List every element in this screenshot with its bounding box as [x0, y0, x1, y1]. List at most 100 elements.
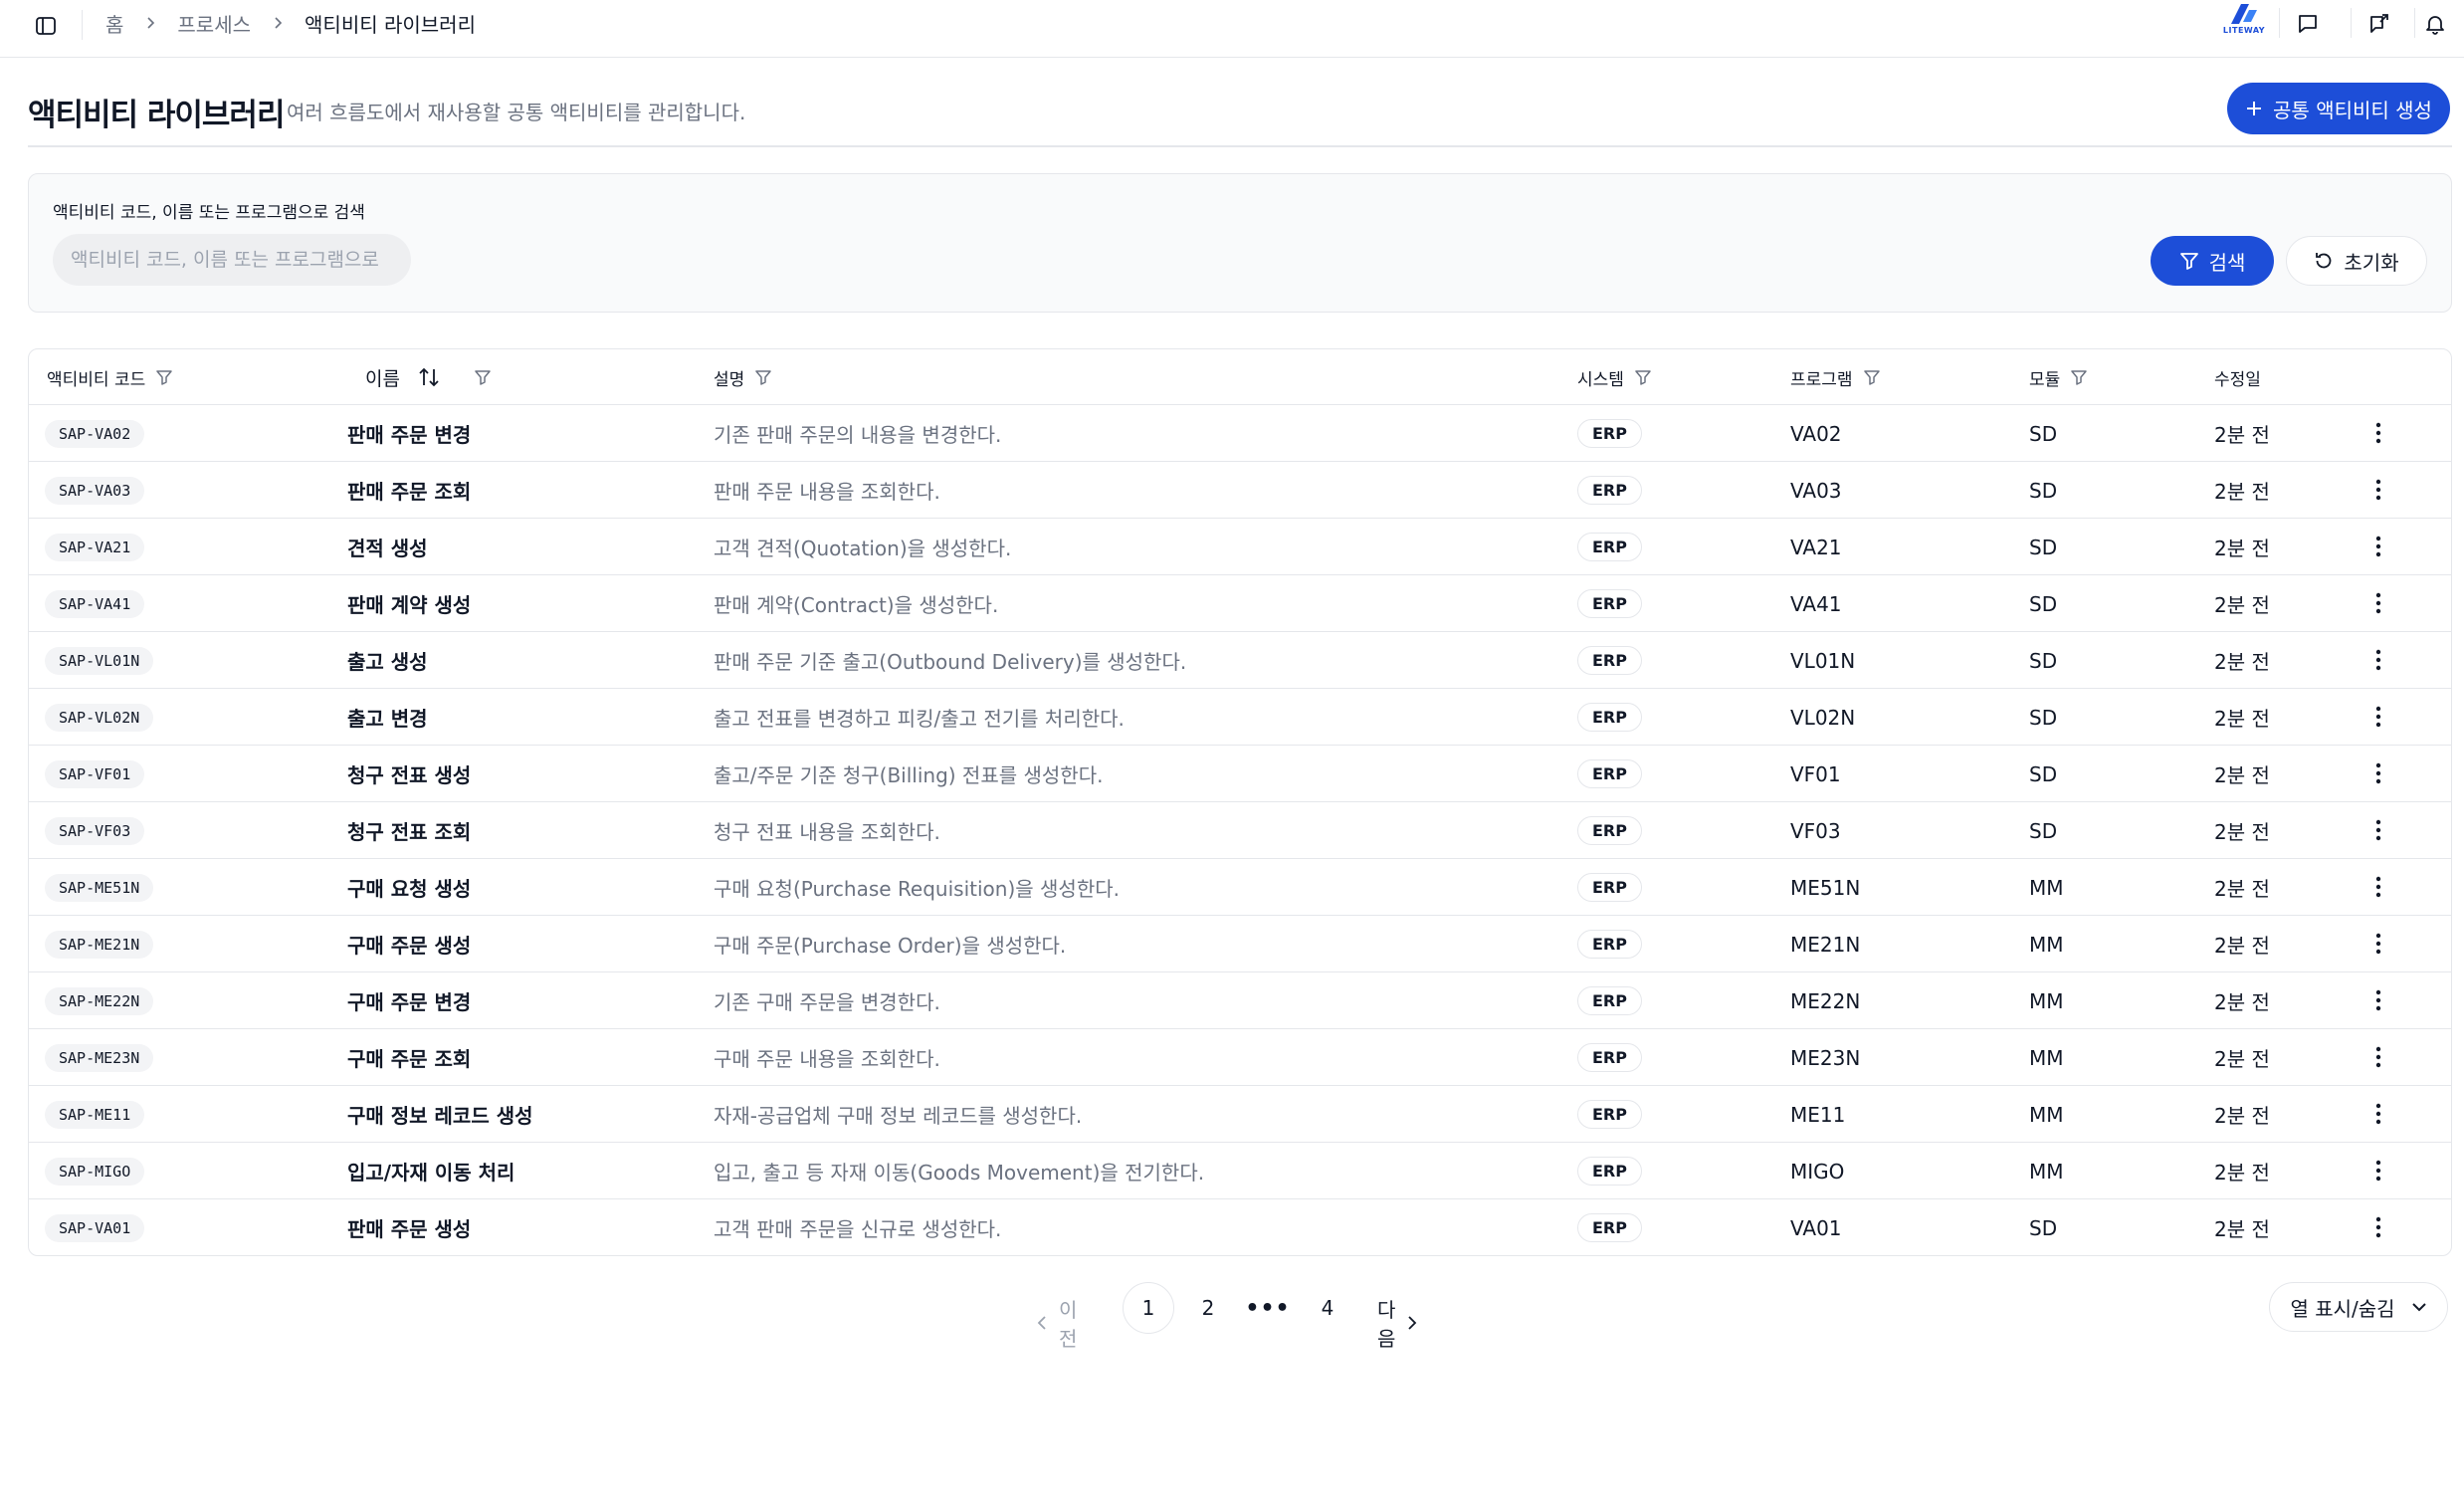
breadcrumb-current: 액티비티 라이브러리	[305, 12, 476, 37]
filter-icon[interactable]	[1634, 368, 1652, 386]
topbar-divider	[2279, 8, 2280, 38]
cell-code: SAP-ME23N	[45, 1029, 154, 1086]
cell-modified: 2분 전	[2214, 763, 2270, 787]
more-vertical-icon[interactable]	[2363, 812, 2393, 848]
activity-code-chip: SAP-ME23N	[45, 1043, 154, 1072]
cell-description: 판매 계약(Contract)을 생성한다.	[714, 593, 999, 617]
share-icon[interactable]	[2362, 7, 2396, 41]
table-row[interactable]: SAP-MIGO 입고/자재 이동 처리 입고, 출고 등 자재 이동(Goods …	[29, 1143, 2451, 1199]
table-row[interactable]: SAP-VA21 견적 생성 고객 견적(Quotation)을 생성한다. ERP V…	[29, 519, 2451, 575]
chevron-right-icon	[143, 16, 157, 30]
next-page-button[interactable]: 다음	[1377, 1294, 1419, 1352]
table-row[interactable]: SAP-VF01 청구 전표 생성 출고/주문 기준 청구(Billing) 전표를…	[29, 746, 2451, 802]
table-header: 액티비티 코드 이름 설명 시스템 프로그램 모듈 수정일	[29, 349, 2451, 405]
column-label-description: 설명	[714, 369, 745, 390]
table-row[interactable]: SAP-VA03 판매 주문 조회 판매 주문 내용을 조회한다. ERP VA03 SD…	[29, 462, 2451, 519]
cell-system: ERP	[1577, 802, 1642, 859]
more-vertical-icon[interactable]	[2363, 755, 2393, 791]
more-vertical-icon[interactable]	[2363, 1209, 2393, 1245]
cell-code: SAP-VL01N	[45, 632, 154, 689]
cell-system: ERP	[1577, 1143, 1642, 1199]
cell-description: 입고, 출고 등 자재 이동(Goods Movement)을 전기한다.	[714, 1161, 1205, 1185]
page-ellipsis[interactable]: •••	[1242, 1282, 1294, 1334]
more-vertical-icon[interactable]	[2363, 415, 2393, 451]
filter-icon[interactable]	[754, 368, 772, 386]
cell-system: ERP	[1577, 1086, 1642, 1143]
filter-icon[interactable]	[155, 368, 173, 386]
table-row[interactable]: SAP-VA41 판매 계약 생성 판매 계약(Contract)을 생성한다. ER…	[29, 575, 2451, 632]
cell-modified: 2분 전	[2214, 537, 2270, 560]
filter-icon[interactable]	[1863, 368, 1881, 386]
table-row[interactable]: SAP-ME23N 구매 주문 조회 구매 주문 내용을 조회한다. ERP ME23N…	[29, 1029, 2451, 1086]
column-label-module: 모듈	[2029, 369, 2061, 390]
cell-name: 판매 주문 변경	[347, 423, 472, 447]
table-row[interactable]: SAP-VL01N 출고 생성 판매 주문 기준 출고(Outbound Deliv…	[29, 632, 2451, 689]
activity-code-chip: SAP-VA01	[45, 1213, 145, 1242]
system-badge: ERP	[1577, 986, 1642, 1015]
create-activity-button[interactable]: 공통 액티비티 생성	[2227, 83, 2450, 134]
cell-modified: 2분 전	[2214, 877, 2270, 901]
cell-modified: 2분 전	[2214, 820, 2270, 844]
cell-program: ME21N	[1790, 932, 1861, 957]
more-vertical-icon[interactable]	[2363, 1096, 2393, 1132]
more-vertical-icon[interactable]	[2363, 982, 2393, 1018]
breadcrumb-home[interactable]: 홈	[105, 9, 123, 38]
search-panel: 액티비티 코드, 이름 또는 프로그램으로 검색 검색 초기화	[28, 173, 2452, 313]
page-button-4[interactable]: 4	[1302, 1282, 1353, 1334]
cell-module: SD	[2029, 1215, 2058, 1240]
filter-icon[interactable]	[474, 368, 492, 386]
plus-icon	[2245, 100, 2263, 117]
cell-system: ERP	[1577, 519, 1642, 575]
page-button-2[interactable]: 2	[1182, 1282, 1234, 1334]
more-vertical-icon[interactable]	[2363, 472, 2393, 508]
cell-system: ERP	[1577, 462, 1642, 519]
cell-description: 구매 주문(Purchase Order)을 생성한다.	[714, 934, 1067, 958]
system-badge: ERP	[1577, 1157, 1642, 1186]
cell-system: ERP	[1577, 575, 1642, 632]
create-activity-label: 공통 액티비티 생성	[2273, 98, 2432, 122]
bell-icon[interactable]	[2418, 7, 2452, 41]
reset-button[interactable]: 초기화	[2286, 236, 2427, 286]
table-row[interactable]: SAP-VL02N 출고 변경 출고 전표를 변경하고 피킹/출고 전기를 처리한다…	[29, 689, 2451, 746]
cell-program: VA41	[1790, 591, 1842, 616]
message-icon[interactable]	[2291, 7, 2325, 41]
breadcrumb-process[interactable]: 프로세스	[177, 9, 251, 38]
more-vertical-icon[interactable]	[2363, 642, 2393, 678]
search-button[interactable]: 검색	[2151, 236, 2274, 286]
cell-module: SD	[2029, 705, 2058, 730]
more-vertical-icon[interactable]	[2363, 1039, 2393, 1075]
more-vertical-icon[interactable]	[2363, 1153, 2393, 1188]
more-vertical-icon[interactable]	[2363, 529, 2393, 564]
table-row[interactable]: SAP-ME22N 구매 주문 변경 기존 구매 주문을 변경한다. ERP ME22N…	[29, 972, 2451, 1029]
cell-modified: 2분 전	[2214, 593, 2270, 617]
cell-system: ERP	[1577, 632, 1642, 689]
filter-icon[interactable]	[2070, 368, 2088, 386]
column-visibility-dropdown[interactable]: 열 표시/숨김	[2269, 1282, 2448, 1332]
next-page-label: 다음	[1377, 1298, 1396, 1351]
sidebar-toggle-icon[interactable]	[30, 10, 62, 42]
cell-name: 견적 생성	[347, 537, 428, 560]
more-vertical-icon[interactable]	[2363, 869, 2393, 905]
table-row[interactable]: SAP-VA02 판매 주문 변경 기존 판매 주문의 내용을 변경한다. ERP VA…	[29, 405, 2451, 462]
liteway-logo[interactable]: LITEWAY	[2221, 4, 2267, 44]
system-badge: ERP	[1577, 476, 1642, 505]
cell-modified: 2분 전	[2214, 480, 2270, 504]
table-row[interactable]: SAP-ME21N 구매 주문 생성 구매 주문(Purchase Order)을 …	[29, 916, 2451, 972]
table-row[interactable]: SAP-VA01 판매 주문 생성 고객 판매 주문을 신규로 생성한다. ERP VA…	[29, 1199, 2451, 1255]
page-button-1[interactable]: 1	[1123, 1282, 1174, 1334]
column-header-system: 시스템	[1577, 349, 1652, 405]
sort-icon[interactable]	[418, 367, 440, 387]
more-vertical-icon[interactable]	[2363, 926, 2393, 962]
cell-module: SD	[2029, 478, 2058, 503]
cell-code: SAP-VL02N	[45, 689, 154, 746]
table-row[interactable]: SAP-ME11 구매 정보 레코드 생성 자재-공급업체 구매 정보 레코드를 생…	[29, 1086, 2451, 1143]
more-vertical-icon[interactable]	[2363, 699, 2393, 735]
cell-module: SD	[2029, 591, 2058, 616]
table-row[interactable]: SAP-VF03 청구 전표 조회 청구 전표 내용을 조회한다. ERP VF03 SD…	[29, 802, 2451, 859]
more-vertical-icon[interactable]	[2363, 585, 2393, 621]
prev-page-button[interactable]: 이전	[1035, 1294, 1077, 1352]
search-label: 액티비티 코드, 이름 또는 프로그램으로 검색	[53, 203, 365, 223]
cell-program: VA03	[1790, 478, 1842, 503]
table-row[interactable]: SAP-ME51N 구매 요청 생성 구매 요청(Purchase Requisit…	[29, 859, 2451, 916]
search-input[interactable]	[53, 234, 411, 286]
